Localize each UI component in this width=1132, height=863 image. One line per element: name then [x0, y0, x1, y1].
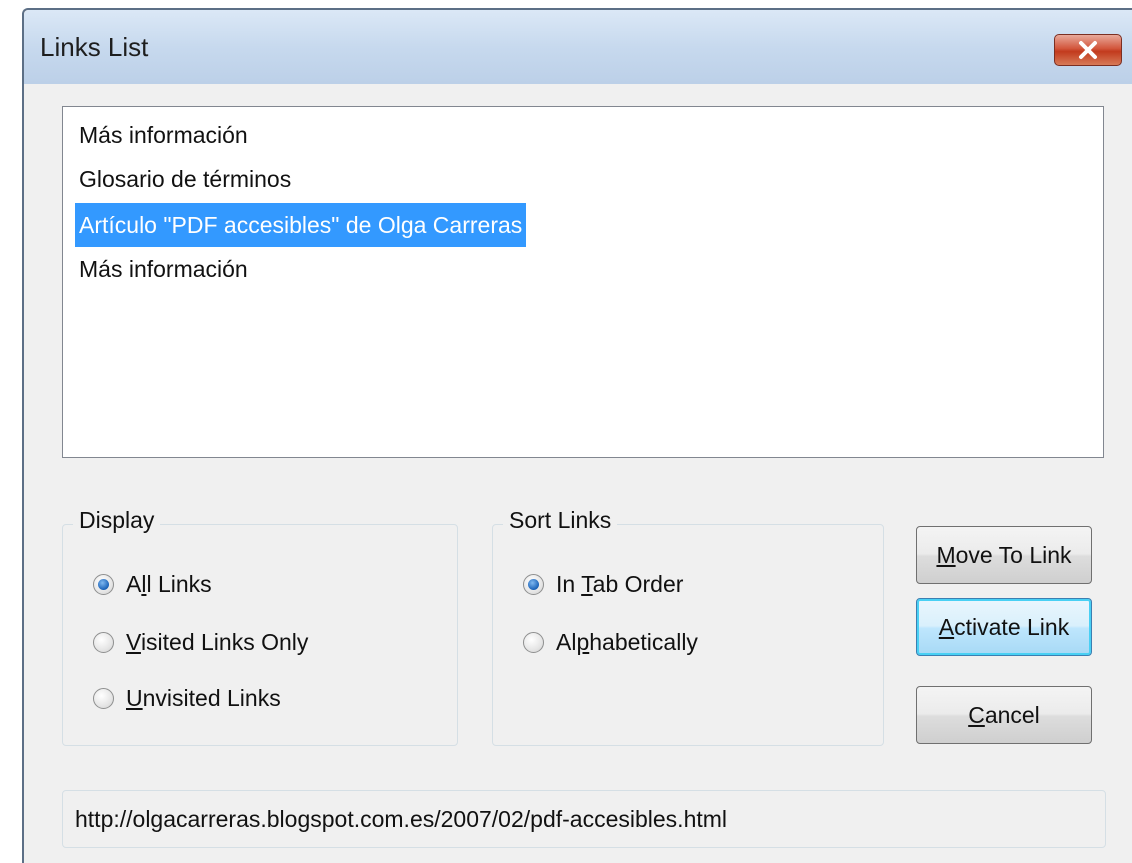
close-button[interactable] [1054, 34, 1122, 66]
radio-label: Visited Links Only [126, 628, 309, 655]
title-bar[interactable]: Links List [24, 10, 1132, 84]
list-item[interactable]: Glosario de términos [75, 157, 295, 201]
radio-button-checked[interactable] [93, 573, 114, 595]
display-group-label: Display [73, 507, 161, 534]
radio-label: Unvisited Links [126, 684, 281, 711]
radio-visited-links-only[interactable]: Visited Links Only [93, 627, 308, 657]
activate-link-button[interactable]: Activate Link [916, 598, 1092, 656]
button-label: Cancel [968, 701, 1040, 728]
sort-links-group-label: Sort Links [503, 507, 618, 534]
radio-alphabetically[interactable]: Alphabetically [523, 627, 698, 657]
radio-button-checked[interactable] [523, 573, 544, 595]
display-groupbox: Display All Links Visited Links Only Unv… [62, 507, 458, 746]
sort-links-groupbox: Sort Links In Tab Order Alphabetically [492, 507, 884, 746]
radio-button[interactable] [93, 631, 114, 653]
radio-unvisited-links[interactable]: Unvisited Links [93, 683, 281, 713]
list-item[interactable]: Más información [75, 247, 252, 291]
list-item-selected[interactable]: Artículo "PDF accesibles" de Olga Carrer… [75, 203, 527, 247]
dialog-title: Links List [40, 32, 149, 62]
radio-label: In Tab Order [556, 570, 684, 597]
selected-link-url: http://olgacarreras.blogspot.com.es/2007… [62, 790, 1106, 848]
close-icon [1079, 41, 1097, 59]
cancel-button[interactable]: Cancel [916, 686, 1092, 744]
radio-label: Alphabetically [556, 628, 698, 655]
radio-all-links[interactable]: All Links [93, 569, 212, 599]
links-listbox[interactable]: Más información Glosario de términos Art… [62, 106, 1104, 458]
radio-button[interactable] [93, 687, 114, 709]
button-label: Move To Link [936, 541, 1072, 568]
radio-label: All Links [126, 570, 212, 597]
radio-in-tab-order[interactable]: In Tab Order [523, 569, 683, 599]
list-item[interactable]: Más información [75, 113, 252, 157]
links-list-dialog: Links List Más información Glosario de t… [22, 8, 1132, 863]
radio-button[interactable] [523, 631, 544, 653]
dialog-body: Más información Glosario de términos Art… [24, 84, 1132, 863]
move-to-link-button[interactable]: Move To Link [916, 526, 1092, 584]
button-label: Activate Link [938, 613, 1070, 640]
